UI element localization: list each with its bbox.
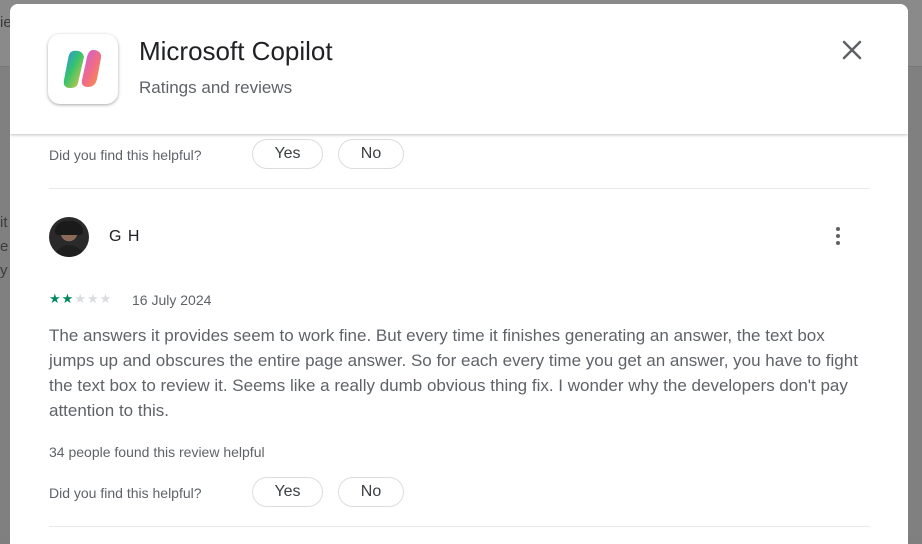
reviewer-avatar bbox=[49, 217, 89, 257]
helpful-no-button[interactable]: No bbox=[338, 477, 404, 507]
dialog-subtitle: Ratings and reviews bbox=[139, 78, 293, 97]
star-empty-icon: ★ bbox=[99, 291, 113, 306]
review-more-options-button[interactable] bbox=[828, 224, 848, 252]
app-icon bbox=[48, 34, 118, 104]
helpful-prompt: Did you find this helpful? bbox=[49, 147, 202, 163]
review-date: 16 July 2024 bbox=[132, 292, 212, 308]
star-empty-icon: ★ bbox=[74, 291, 87, 306]
close-button[interactable] bbox=[836, 34, 868, 66]
reviewer-name: G H bbox=[109, 228, 141, 245]
background-text-fragment: y bbox=[0, 262, 8, 279]
star-rating: ★★★★★ bbox=[49, 291, 112, 307]
helpful-count: 34 people found this review helpful bbox=[49, 444, 265, 460]
star-filled-icon: ★ bbox=[49, 291, 62, 306]
star-filled-icon: ★ bbox=[61, 291, 75, 306]
review-divider bbox=[49, 526, 870, 527]
background-text-fragment: it bbox=[0, 214, 8, 231]
dialog-header: Microsoft Copilot Ratings and reviews bbox=[10, 4, 908, 134]
helpful-yes-button[interactable]: Yes bbox=[252, 139, 323, 169]
more-vert-icon bbox=[836, 227, 840, 231]
helpful-no-button[interactable]: No bbox=[338, 139, 404, 169]
helpful-yes-button[interactable]: Yes bbox=[252, 477, 323, 507]
background-text-fragment: e bbox=[0, 238, 9, 255]
close-icon bbox=[842, 40, 862, 60]
copilot-logo-icon bbox=[63, 50, 102, 88]
star-empty-icon: ★ bbox=[86, 291, 100, 306]
review-divider bbox=[49, 188, 870, 189]
ratings-reviews-dialog: Microsoft Copilot Ratings and reviews Di… bbox=[10, 4, 908, 544]
helpful-prompt: Did you find this helpful? bbox=[49, 485, 202, 501]
review-text: The answers it provides seem to work fin… bbox=[49, 326, 858, 420]
app-title: Microsoft Copilot bbox=[139, 36, 333, 66]
